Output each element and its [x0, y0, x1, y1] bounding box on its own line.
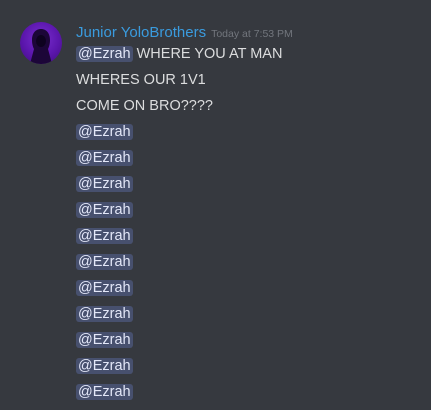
user-mention[interactable]: @Ezrah	[76, 124, 133, 140]
message-timestamp: Today at 7:53 PM	[211, 28, 293, 40]
user-mention[interactable]: @Ezrah	[76, 150, 133, 166]
message-line: @Ezrah	[76, 330, 133, 350]
message-line: @Ezrah	[76, 252, 133, 272]
user-mention[interactable]: @Ezrah	[76, 46, 133, 62]
user-mention[interactable]: @Ezrah	[76, 254, 133, 270]
user-mention[interactable]: @Ezrah	[76, 384, 133, 400]
hooded-figure-icon	[30, 29, 52, 64]
message-line: @Ezrah WHERE YOU AT MAN	[76, 44, 282, 64]
message-header: Junior YoloBrothers Today at 7:53 PM	[76, 24, 293, 42]
message-text: COME ON BRO????	[76, 98, 213, 114]
message-line: @Ezrah	[76, 226, 133, 246]
message-line: @Ezrah	[76, 122, 133, 142]
user-mention[interactable]: @Ezrah	[76, 202, 133, 218]
user-mention[interactable]: @Ezrah	[76, 280, 133, 296]
user-mention[interactable]: @Ezrah	[76, 176, 133, 192]
user-avatar[interactable]	[20, 22, 62, 64]
message-line: @Ezrah	[76, 278, 133, 298]
message-line: @Ezrah	[76, 174, 133, 194]
user-mention[interactable]: @Ezrah	[76, 358, 133, 374]
message-text: WHERES OUR 1V1	[76, 72, 206, 88]
message-line: @Ezrah	[76, 200, 133, 220]
user-mention[interactable]: @Ezrah	[76, 228, 133, 244]
message-line: @Ezrah	[76, 356, 133, 376]
author-username[interactable]: Junior YoloBrothers	[76, 24, 206, 41]
message-line: @Ezrah	[76, 382, 133, 402]
user-mention[interactable]: @Ezrah	[76, 332, 133, 348]
message-line: COME ON BRO????	[76, 96, 213, 116]
message-text: WHERE YOU AT MAN	[136, 46, 283, 62]
message-line: @Ezrah	[76, 304, 133, 324]
user-mention[interactable]: @Ezrah	[76, 306, 133, 322]
message-line: WHERES OUR 1V1	[76, 70, 206, 90]
message-line: @Ezrah	[76, 148, 133, 168]
chat-message: Junior YoloBrothers Today at 7:53 PM @Ezr…	[0, 0, 431, 410]
